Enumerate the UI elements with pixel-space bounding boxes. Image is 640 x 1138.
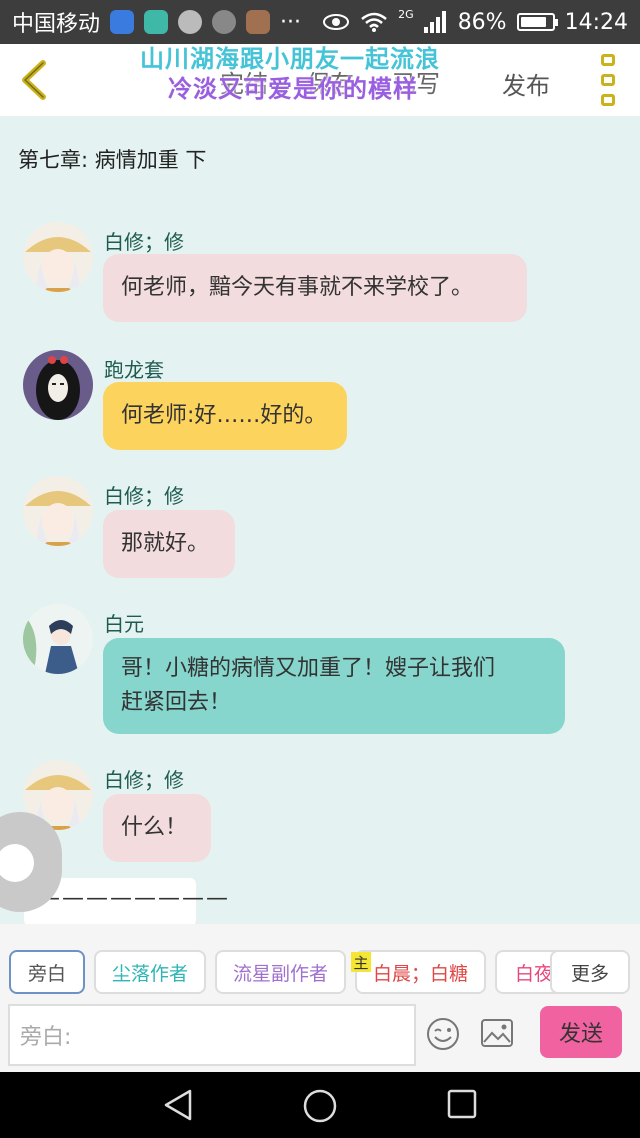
more-roles-label: 更多: [570, 962, 609, 985]
carrier-label: 中国移动: [12, 12, 101, 37]
image-icon[interactable]: [480, 1018, 514, 1048]
moon-app-icon: [144, 10, 169, 34]
status-right: 2G 86% 14:24: [322, 7, 628, 35]
message-text-line: 赶紧回去！: [121, 690, 232, 715]
chapter-title: 第七章: 病情加重 下: [18, 148, 207, 172]
role-selector-bar: 旁白 尘落作者 流星副作者 白晨；白糖 白夜 更多: [0, 924, 640, 1004]
clock: 14:24: [564, 9, 628, 35]
role-label: 尘落作者: [111, 962, 188, 985]
avatar[interactable]: [23, 604, 93, 674]
message-bubble[interactable]: 什么！: [103, 794, 211, 862]
system-nav-bar: [0, 1072, 640, 1138]
emoji-icon[interactable]: [425, 1016, 461, 1052]
role-label: 白晨；白糖: [372, 962, 468, 985]
more-roles-button[interactable]: 更多: [550, 950, 630, 994]
status-left: 中国移动 ···: [12, 6, 301, 38]
message-bubble[interactable]: 那就好。: [103, 510, 235, 578]
nav-back-icon[interactable]: [162, 1088, 194, 1122]
battery-icon: [516, 13, 558, 31]
character-avatar-icon: [23, 476, 93, 546]
screen: 中国移动 ··· 2G 86% 14:24 完结 保存 已写 发布 山川湖海跟小…: [0, 0, 640, 1138]
nav-recents-icon[interactable]: [446, 1088, 478, 1120]
message-bubble[interactable]: 何老师，黯今天有事就不来学校了。: [103, 254, 527, 322]
role-label: 流星副作者: [232, 962, 328, 985]
menu-button[interactable]: [598, 54, 618, 106]
role-bai-chen[interactable]: 白晨；白糖: [355, 950, 486, 994]
publish-button[interactable]: 发布: [502, 66, 550, 101]
role-label: 旁白: [27, 962, 66, 985]
message-input[interactable]: 旁白:: [8, 1004, 416, 1066]
avatar-notification-icon: [212, 10, 237, 34]
game-notification-icon: [246, 10, 271, 34]
message-bubble[interactable]: 何老师:好……好的。: [103, 382, 347, 450]
role-co-author[interactable]: 流星副作者: [215, 950, 346, 994]
eye-icon: [323, 14, 350, 30]
notification-app-icon: [110, 10, 135, 34]
avatar[interactable]: [23, 350, 93, 420]
battery-percent: 86%: [457, 9, 507, 35]
top-toolbar: 完结 保存 已写 发布: [0, 44, 640, 116]
wifi-icon: [361, 12, 387, 32]
chat-area[interactable]: 第七章: 病情加重 下 白修；修 何老师，黯今天有事就不来学校了。 跑龙套 何老…: [0, 116, 640, 924]
sender-name: 白元: [104, 612, 144, 636]
back-button[interactable]: [14, 58, 54, 102]
character-avatar-icon: [23, 604, 93, 674]
menu-dot: [601, 54, 615, 66]
status-bar: 中国移动 ··· 2G 86% 14:24: [0, 0, 640, 44]
back-arrow-icon: [22, 60, 46, 100]
header-tabs: 完结 保存 已写: [220, 64, 440, 99]
avatar-notification-icon: [178, 10, 203, 34]
master-role-badge: 主: [351, 952, 371, 972]
menu-dot: [601, 74, 615, 86]
network-type: 2G: [398, 7, 414, 21]
sender-name: 白修；修: [104, 768, 184, 792]
battery-fill: [520, 17, 547, 27]
sender-name: 跑龙套: [104, 358, 164, 382]
sender-name: 白修；修: [104, 484, 184, 508]
tab-save[interactable]: 保存: [306, 64, 354, 99]
avatar[interactable]: [23, 476, 93, 546]
more-notifications-icon: ···: [280, 9, 301, 35]
input-bar: 旁白: 发送: [0, 1000, 640, 1072]
message-bubble[interactable]: 哥！小糖的病情又加重了！嫂子让我们 赶紧回去！: [103, 638, 565, 734]
sender-name: 白修；修: [104, 230, 184, 254]
character-avatar-icon: [23, 222, 93, 292]
signal-icon: [423, 11, 446, 33]
message-text-line: 哥！小糖的病情又加重了！嫂子让我们: [121, 656, 496, 681]
tab-finish[interactable]: 完结: [220, 64, 268, 99]
nav-home-icon[interactable]: [302, 1088, 338, 1124]
role-author[interactable]: 尘落作者: [94, 950, 206, 994]
avatar[interactable]: [23, 222, 93, 292]
role-narration[interactable]: 旁白: [9, 950, 85, 994]
role-label: 白夜: [515, 962, 554, 985]
send-button[interactable]: 发送: [540, 1006, 622, 1058]
masked-figure-avatar-icon: [23, 350, 93, 420]
tab-written[interactable]: 已写: [392, 64, 440, 99]
menu-dot: [601, 94, 615, 106]
